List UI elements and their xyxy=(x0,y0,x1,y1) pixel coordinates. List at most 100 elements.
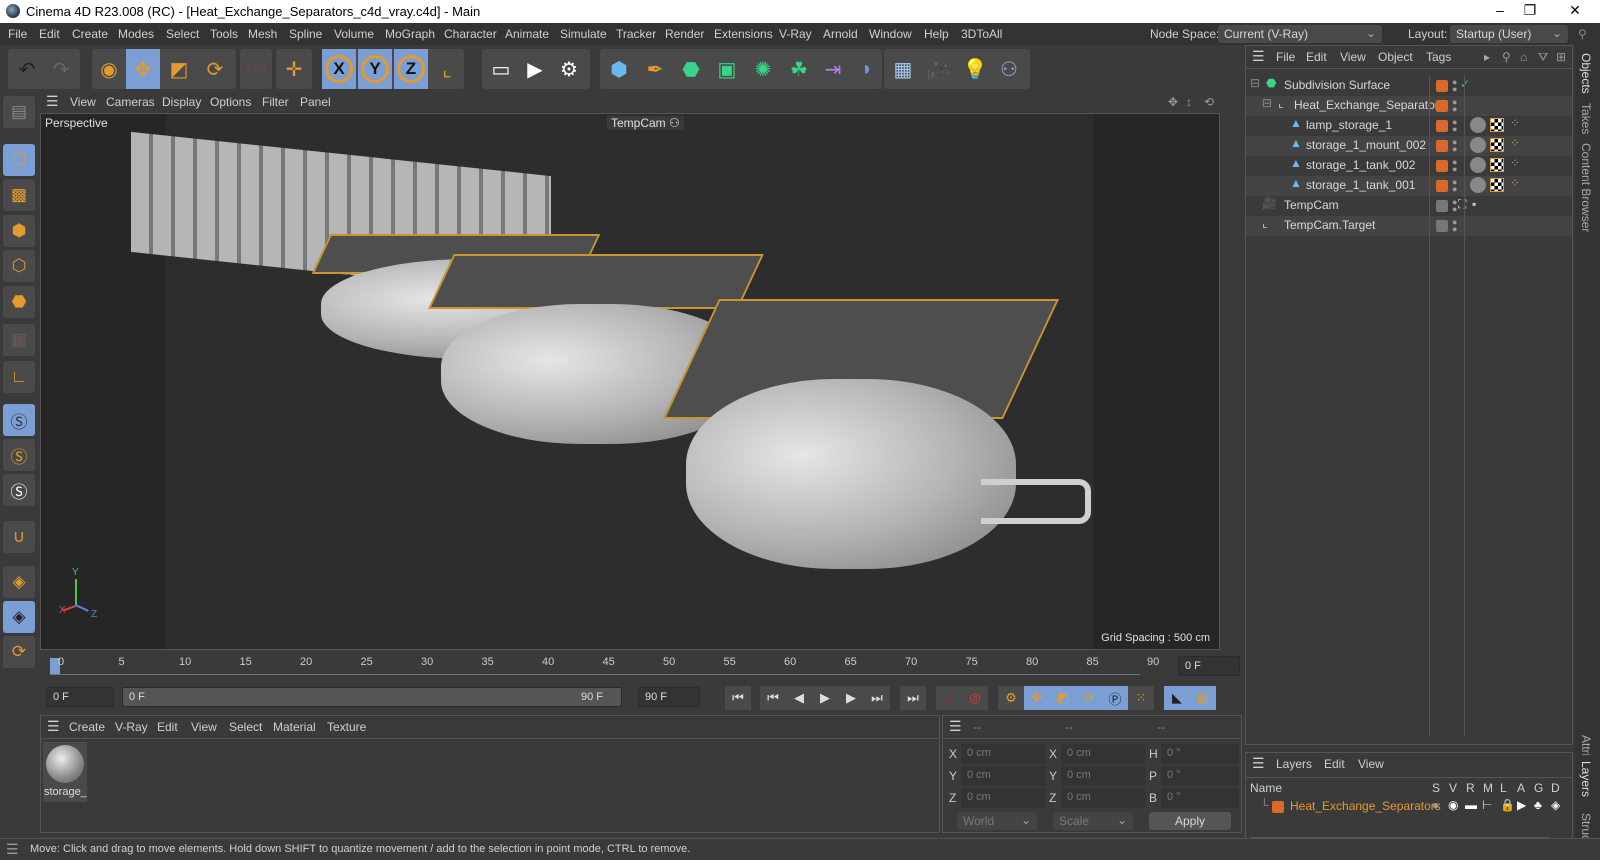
uvw-tag-icon[interactable] xyxy=(1490,178,1504,192)
record-icon[interactable]: ● xyxy=(936,686,962,710)
viewport-zoom-icon[interactable]: ↕ xyxy=(1186,95,1192,109)
redo-icon[interactable]: ↷ xyxy=(44,49,78,89)
selection-tag-icon[interactable]: ⁘ xyxy=(1510,156,1520,170)
film-icon[interactable]: ▥ xyxy=(1190,686,1216,710)
menu-arnold[interactable]: Arnold xyxy=(823,27,858,41)
y-axis-button[interactable]: Y xyxy=(358,49,392,89)
preview-range-slider[interactable]: 0 F 90 F xyxy=(122,687,622,707)
workplane-icon[interactable]: ◈ xyxy=(3,566,35,598)
visibility-dots[interactable]: ● ● xyxy=(1452,198,1457,214)
menu-file[interactable]: File xyxy=(8,27,27,41)
new-view-icon[interactable]: ⊞ xyxy=(1556,50,1566,64)
rotate-icon[interactable]: ⟳ xyxy=(198,49,232,89)
menu-create[interactable]: Create xyxy=(72,27,108,41)
render-view-icon[interactable]: ▭ xyxy=(484,49,518,89)
go-to-start-icon[interactable]: ⏮ xyxy=(725,686,751,710)
layer-color-swatch[interactable] xyxy=(1436,220,1448,232)
solo-hierarchy-icon[interactable]: Ⓢ xyxy=(3,439,35,471)
viewport-rotate-icon[interactable]: ⟲ xyxy=(1204,95,1214,109)
snap-icon[interactable]: ∪ xyxy=(3,521,35,553)
object-row[interactable]: ⌞ TempCam.Target ● ● xyxy=(1246,216,1572,236)
transform-icon[interactable]: ✛ xyxy=(277,49,311,89)
position-x-input[interactable]: 0 cm xyxy=(961,744,1045,764)
previous-frame-icon[interactable]: ◀ xyxy=(786,686,812,710)
material-menu-edit[interactable]: Edit xyxy=(157,720,178,734)
material-menu-create[interactable]: Create xyxy=(69,720,105,734)
solo-icon[interactable]: Ⓢ xyxy=(3,404,35,436)
layer-color-swatch[interactable] xyxy=(1436,100,1448,112)
menu-vray[interactable]: V-Ray xyxy=(779,27,812,41)
expand-arrow-icon[interactable]: ▸ xyxy=(1484,50,1490,64)
rotation-b-input[interactable]: 0 ° xyxy=(1161,788,1239,808)
coordinate-system-icon[interactable]: ⌞ xyxy=(430,49,464,89)
generator-toggle-icon[interactable]: ♣ xyxy=(1534,798,1542,812)
manager-toggle-icon[interactable]: ⊢ xyxy=(1482,798,1492,812)
object-row[interactable]: ⊟ ⬣ Subdivision Surface ● ● ✓ xyxy=(1246,76,1572,96)
object-row[interactable]: ▲ storage_1_tank_001 ● ● ⁘ xyxy=(1246,176,1572,196)
size-x-input[interactable]: 0 cm xyxy=(1061,744,1145,764)
subdivision-icon[interactable]: ⬣ xyxy=(674,49,708,89)
menu-tracker[interactable]: Tracker xyxy=(616,27,656,41)
key-parameter-icon[interactable]: Ⓟ xyxy=(1102,686,1128,710)
menu-simulate[interactable]: Simulate xyxy=(560,27,607,41)
python-icon[interactable]: ⚇ xyxy=(992,49,1026,89)
hamburger-icon[interactable]: ☰ xyxy=(6,841,19,858)
animation-toggle-icon[interactable]: ▶ xyxy=(1517,798,1526,812)
menu-spline[interactable]: Spline xyxy=(289,27,322,41)
render-toggle-icon[interactable]: ▬ xyxy=(1465,798,1477,812)
layer-color-swatch[interactable] xyxy=(1272,801,1284,813)
material-tag-icon[interactable] xyxy=(1470,177,1486,193)
solo-toggle-icon[interactable]: ● xyxy=(1432,798,1439,812)
tab-objects[interactable]: Objects xyxy=(1579,53,1593,94)
end-frame-field[interactable]: 90 F xyxy=(638,687,700,707)
solo-off-icon[interactable]: Ⓢ xyxy=(3,474,35,506)
workplane-lock-icon[interactable]: ◈ xyxy=(3,601,35,633)
layer-color-swatch[interactable] xyxy=(1436,120,1448,132)
search-icon[interactable]: ⚲ xyxy=(1502,50,1511,64)
collapse-icon[interactable]: ⊟ xyxy=(1262,96,1272,110)
size-z-input[interactable]: 0 cm xyxy=(1061,788,1145,808)
menu-volume[interactable]: Volume xyxy=(334,27,374,41)
close-button[interactable]: ✕ xyxy=(1555,2,1595,19)
viewport-menu-display[interactable]: Display xyxy=(162,95,201,109)
model-mode-icon[interactable]: ⬡ xyxy=(3,144,35,176)
uvw-tag-icon[interactable] xyxy=(1490,138,1504,152)
menu-tools[interactable]: Tools xyxy=(210,27,238,41)
material-tag-icon[interactable] xyxy=(1470,117,1486,133)
previous-key-icon[interactable]: ⏮ xyxy=(760,686,786,710)
material-tag-icon[interactable] xyxy=(1470,137,1486,153)
layer-color-swatch[interactable] xyxy=(1436,180,1448,192)
layer-color-swatch[interactable] xyxy=(1436,140,1448,152)
axis-icon[interactable]: ∟ xyxy=(3,361,35,393)
timeline-ruler[interactable]: 0 5 10 15 20 25 30 35 40 45 50 55 60 65 70 75 80 85 90 0 F xyxy=(40,652,1240,682)
sound-icon[interactable]: ◣ xyxy=(1164,686,1190,710)
layer-name[interactable]: Heat_Exchange_Separators xyxy=(1290,799,1441,813)
object-menu-tags[interactable]: Tags xyxy=(1426,50,1451,64)
hamburger-icon[interactable]: ☰ xyxy=(1252,48,1265,65)
key-scale-icon[interactable]: ◩ xyxy=(1050,686,1076,710)
menu-select[interactable]: Select xyxy=(166,27,199,41)
menu-character[interactable]: Character xyxy=(444,27,497,41)
layer-color-swatch[interactable] xyxy=(1436,160,1448,172)
menu-mesh[interactable]: Mesh xyxy=(248,27,277,41)
key-position-icon[interactable]: ✥ xyxy=(1024,686,1050,710)
tab-content-browser[interactable]: Content Browser xyxy=(1579,143,1593,232)
position-z-input[interactable]: 0 cm xyxy=(961,788,1045,808)
object-menu-file[interactable]: File xyxy=(1276,50,1295,64)
visibility-dots[interactable]: ● ● xyxy=(1452,98,1457,114)
selection-tag-icon[interactable]: ⁘ xyxy=(1510,136,1520,150)
cube-icon[interactable]: ⬢ xyxy=(602,49,636,89)
selection-tag-icon[interactable]: ⁘ xyxy=(1510,116,1520,130)
material-menu-select[interactable]: Select xyxy=(229,720,262,734)
menu-mograph[interactable]: MoGraph xyxy=(385,27,435,41)
material-menu-view[interactable]: View xyxy=(191,720,217,734)
key-rotation-icon[interactable]: ⟳ xyxy=(1076,686,1102,710)
menu-edit[interactable]: Edit xyxy=(39,27,60,41)
visible-toggle-icon[interactable]: ◉ xyxy=(1448,798,1458,812)
coordinate-mode-select[interactable]: World ⌄ xyxy=(957,812,1037,830)
render-settings-icon[interactable]: ⚙ xyxy=(552,49,586,89)
uvw-tag-icon[interactable] xyxy=(1490,158,1504,172)
light-icon[interactable]: 💡 xyxy=(958,49,992,89)
filter-icon[interactable]: ⛛ xyxy=(1538,50,1548,65)
visibility-dots[interactable]: ● ● xyxy=(1452,118,1457,134)
